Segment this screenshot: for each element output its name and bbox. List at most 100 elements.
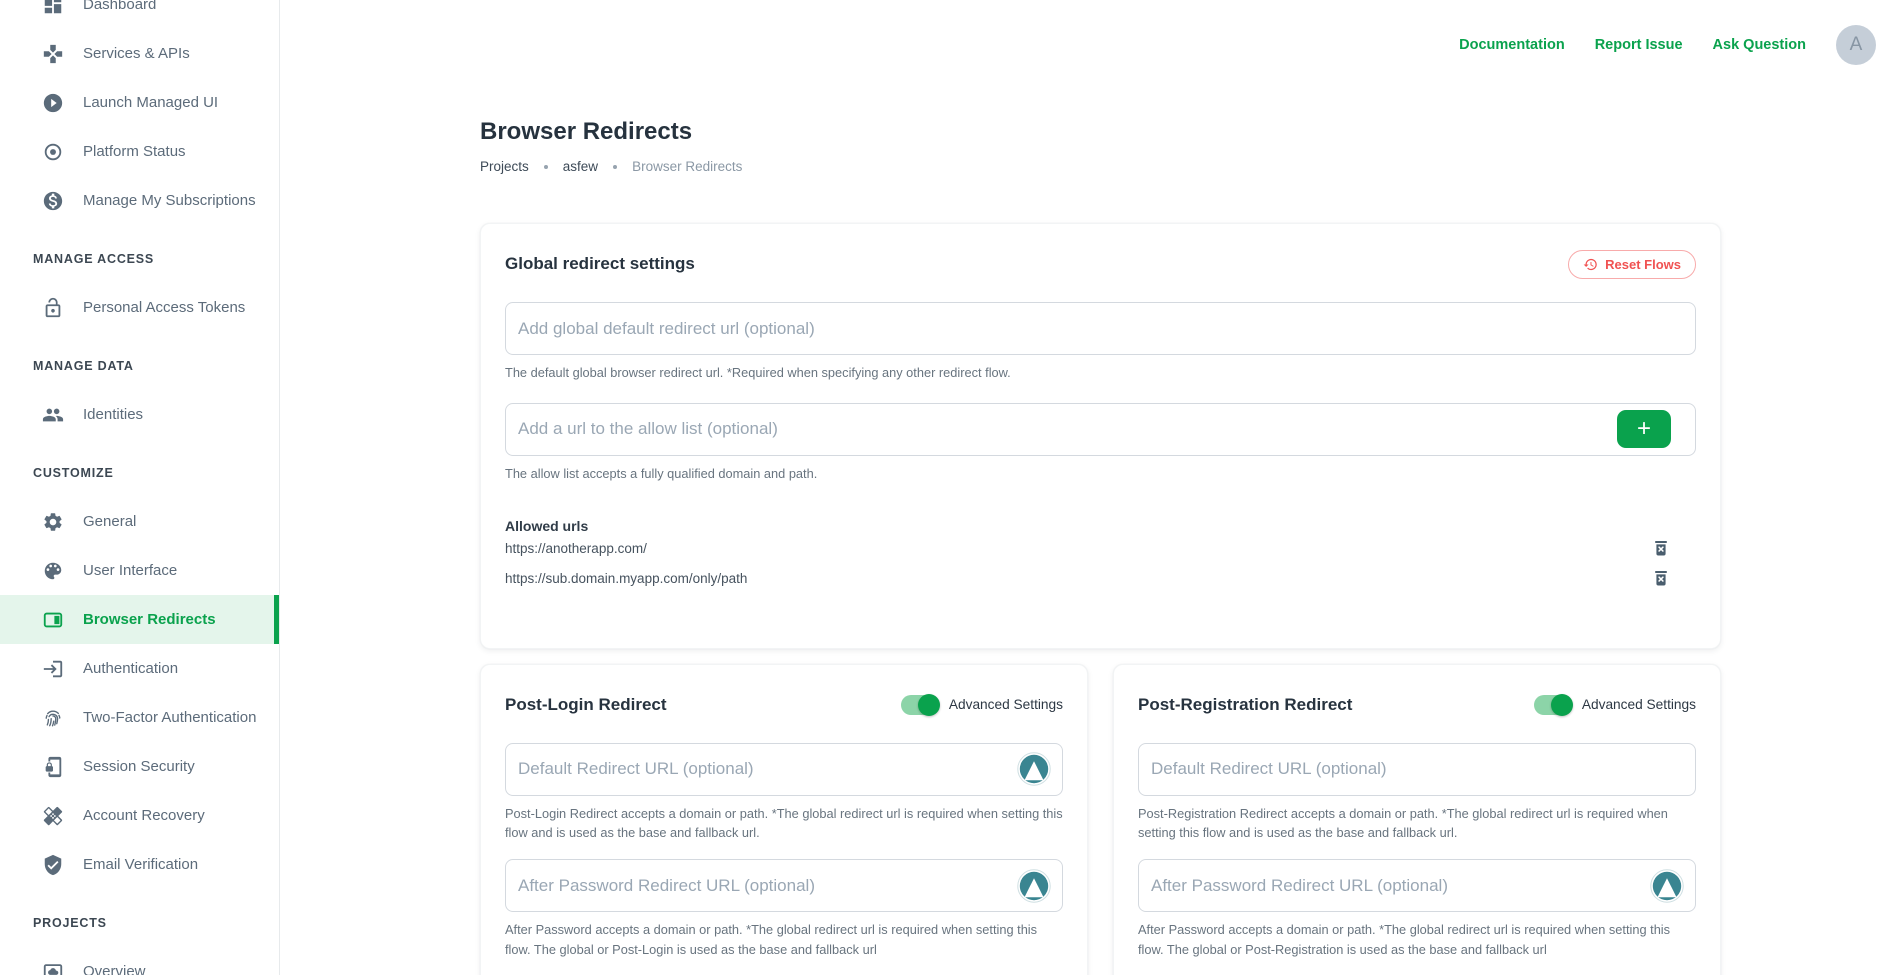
post-registration-default-redirect-input[interactable]: [1138, 743, 1696, 796]
sidebar-item-identities[interactable]: Identities: [0, 390, 279, 439]
password-manager-autofill-icon[interactable]: [1650, 869, 1684, 903]
dollar-circle-icon: [42, 190, 64, 212]
post-registration-advanced-settings-toggle[interactable]: [1534, 695, 1572, 715]
app-window: Dashboard Services & APIs Launch Managed…: [0, 0, 1904, 975]
post-registration-after-help-text: After Password accepts a domain or path.…: [1138, 920, 1696, 960]
play-circle-icon: [42, 92, 64, 114]
bandage-icon: [42, 805, 64, 827]
sidebar-item-label: Services & APIs: [83, 45, 190, 62]
reset-flows-button[interactable]: Reset Flows: [1568, 250, 1696, 279]
report-issue-link[interactable]: Report Issue: [1595, 37, 1683, 53]
post-registration-redirect-card: Post-Registration Redirect Advanced Sett…: [1113, 664, 1721, 975]
post-login-after-help-text: After Password accepts a domain or path.…: [505, 920, 1063, 960]
global-card-title: Global redirect settings: [505, 254, 695, 274]
breadcrumb-projects[interactable]: Projects: [480, 159, 529, 174]
trash-icon: [1651, 537, 1671, 559]
delete-url-button[interactable]: [1650, 567, 1672, 591]
history-icon: [1583, 257, 1598, 272]
flow-cards-row: Post-Login Redirect Advanced Settings Po…: [480, 664, 1721, 975]
sidebar-item-label: Identities: [83, 406, 143, 423]
services-icon: [42, 43, 64, 65]
page-title: Browser Redirects: [480, 118, 1721, 146]
page-content: Browser Redirects Projects asfew Browser…: [480, 118, 1721, 975]
sidebar-section-manage-data: MANAGE DATA: [0, 341, 279, 390]
sidebar-item-label: Account Recovery: [83, 807, 205, 824]
sidebar-item-label: Session Security: [83, 758, 195, 775]
post-login-card-title: Post-Login Redirect: [505, 695, 667, 715]
toggle-knob: [1551, 694, 1573, 716]
sidebar: Dashboard Services & APIs Launch Managed…: [0, 0, 280, 975]
post-login-after-password-input[interactable]: [505, 859, 1063, 912]
sidebar-item-label: User Interface: [83, 562, 177, 579]
sidebar-item-manage-my-subscriptions[interactable]: Manage My Subscriptions: [0, 176, 279, 225]
people-icon: [42, 404, 64, 426]
sidebar-item-email-verification[interactable]: Email Verification: [0, 840, 279, 889]
sidebar-section-projects: PROJECTS: [0, 898, 279, 947]
global-default-help-text: The default global browser redirect url.…: [505, 363, 1696, 383]
sidebar-item-services-apis[interactable]: Services & APIs: [0, 29, 279, 78]
sidebar-item-browser-redirects[interactable]: Browser Redirects: [0, 595, 279, 644]
sidebar-item-general[interactable]: General: [0, 497, 279, 546]
add-url-button[interactable]: +: [1617, 410, 1671, 448]
sidebar-item-label: Platform Status: [83, 143, 186, 160]
trash-icon: [1651, 567, 1671, 589]
lock-open-icon: [42, 297, 64, 319]
sidebar-item-overview[interactable]: Overview: [0, 947, 279, 975]
global-redirect-settings-card: Global redirect settings Reset Flows The…: [480, 223, 1721, 649]
documentation-link[interactable]: Documentation: [1459, 37, 1565, 53]
post-login-advanced-settings-toggle[interactable]: [901, 695, 939, 715]
sidebar-item-label: Overview: [83, 963, 146, 975]
dashboard-icon: [42, 0, 64, 16]
sidebar-item-account-recovery[interactable]: Account Recovery: [0, 791, 279, 840]
sidebar-section-customize: CUSTOMIZE: [0, 448, 279, 497]
login-icon: [42, 658, 64, 680]
allow-list-url-input[interactable]: [505, 403, 1696, 456]
sidebar-item-label: Authentication: [83, 660, 178, 677]
sidebar-item-personal-access-tokens[interactable]: Personal Access Tokens: [0, 283, 279, 332]
post-registration-after-password-input[interactable]: [1138, 859, 1696, 912]
allow-list-help-text: The allow list accepts a fully qualified…: [505, 464, 1696, 484]
sidebar-item-label: Browser Redirects: [83, 611, 216, 628]
avatar[interactable]: A: [1836, 25, 1876, 65]
ask-question-link[interactable]: Ask Question: [1713, 37, 1806, 53]
allowed-urls-title: Allowed urls: [505, 518, 1696, 534]
sidebar-item-session-security[interactable]: Session Security: [0, 742, 279, 791]
sidebar-item-authentication[interactable]: Authentication: [0, 644, 279, 693]
allowed-url-row: https://sub.domain.myapp.com/only/path: [505, 564, 1696, 594]
advanced-settings-label: Advanced Settings: [949, 697, 1063, 712]
sidebar-item-label: Personal Access Tokens: [83, 299, 245, 316]
toggle-knob: [918, 694, 940, 716]
password-manager-autofill-icon[interactable]: [1017, 752, 1051, 786]
gear-icon: [42, 511, 64, 533]
allowed-url-text: https://anotherapp.com/: [505, 541, 647, 556]
sidebar-item-label: General: [83, 513, 136, 530]
sidebar-item-platform-status[interactable]: Platform Status: [0, 127, 279, 176]
status-ring-icon: [42, 141, 64, 163]
phone-lock-icon: [42, 756, 64, 778]
sidebar-item-user-interface[interactable]: User Interface: [0, 546, 279, 595]
advanced-settings-label: Advanced Settings: [1582, 697, 1696, 712]
password-manager-autofill-icon[interactable]: [1017, 869, 1051, 903]
post-registration-default-help-text: Post-Registration Redirect accepts a dom…: [1138, 804, 1696, 844]
global-default-redirect-input[interactable]: [505, 302, 1696, 355]
breadcrumb-project-name[interactable]: asfew: [563, 159, 598, 174]
post-login-default-redirect-input[interactable]: [505, 743, 1063, 796]
post-login-redirect-card: Post-Login Redirect Advanced Settings Po…: [480, 664, 1088, 975]
delete-url-button[interactable]: [1650, 537, 1672, 561]
sidebar-item-two-factor-authentication[interactable]: Two-Factor Authentication: [0, 693, 279, 742]
sidebar-item-label: Two-Factor Authentication: [83, 709, 256, 726]
sidebar-item-launch-managed-ui[interactable]: Launch Managed UI: [0, 78, 279, 127]
sidebar-section-manage-access: MANAGE ACCESS: [0, 234, 279, 283]
sidebar-item-label: Launch Managed UI: [83, 94, 218, 111]
main-area: Documentation Report Issue Ask Question …: [280, 0, 1904, 975]
allowed-url-text: https://sub.domain.myapp.com/only/path: [505, 571, 747, 586]
plus-icon: +: [1637, 417, 1651, 441]
fingerprint-icon: [42, 707, 64, 729]
post-registration-card-title: Post-Registration Redirect: [1138, 695, 1352, 715]
sidebar-item-dashboard[interactable]: Dashboard: [0, 0, 279, 29]
sidebar-item-label: Manage My Subscriptions: [83, 192, 256, 209]
allowed-url-row: https://anotherapp.com/: [505, 534, 1696, 564]
breadcrumb: Projects asfew Browser Redirects: [480, 159, 1721, 174]
breadcrumb-separator: [544, 165, 548, 169]
breadcrumb-separator: [613, 165, 617, 169]
